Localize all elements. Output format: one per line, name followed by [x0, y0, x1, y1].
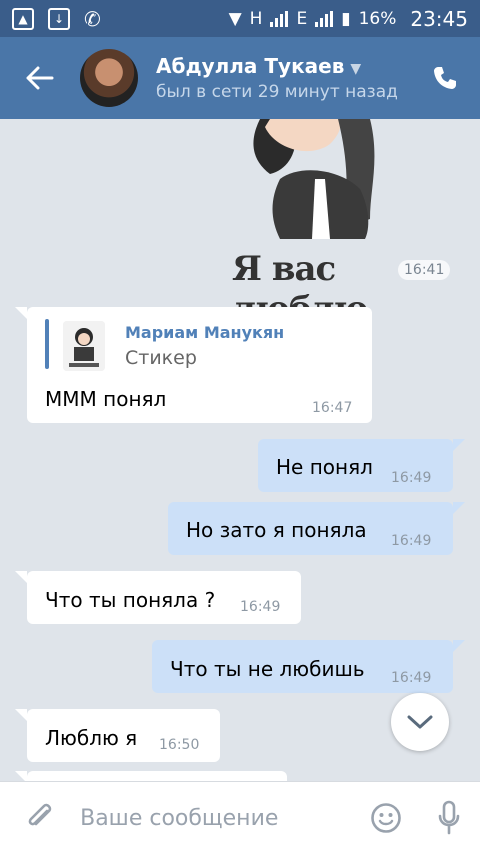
- last-seen-status: был в сети 29 минут назад: [156, 82, 398, 102]
- message-text: Что ты не любишь: [170, 657, 365, 681]
- message-text: Что ты поняла ?: [45, 588, 216, 612]
- battery-icon: ▮: [341, 8, 351, 29]
- avatar[interactable]: [80, 49, 138, 107]
- message-input[interactable]: [80, 798, 355, 838]
- message-text: Но зато я поняла: [186, 518, 367, 542]
- sticker-thumbnail: [63, 321, 105, 371]
- call-status-icon: ✆: [84, 6, 101, 31]
- message-time: 16:49: [391, 670, 432, 686]
- message-time: 16:47: [312, 400, 353, 416]
- message-incoming-partial[interactable]: [15, 771, 287, 781]
- chevron-down-icon: [407, 715, 433, 729]
- contact-info[interactable]: Абдулла Тукаев ▼ был в сети 29 минут наза…: [156, 54, 410, 102]
- message-time: 16:49: [391, 470, 432, 486]
- contact-name-label: Абдулла Тукаев: [156, 54, 345, 78]
- message-text: МММ понял: [45, 387, 167, 411]
- emoji-button[interactable]: [354, 782, 417, 854]
- signal-icon: [270, 10, 289, 27]
- signal-icon-2: [315, 10, 334, 27]
- message-time: 16:49: [240, 599, 281, 615]
- attach-button[interactable]: [0, 782, 80, 854]
- message-time: 16:49: [391, 533, 432, 549]
- message-text: Люблю я: [45, 726, 138, 750]
- microphone-icon: [438, 800, 459, 835]
- message-incoming[interactable]: Что ты поняла ? 16:49: [15, 571, 301, 624]
- back-button[interactable]: [0, 37, 80, 119]
- network-type-e: E: [296, 8, 308, 29]
- phone-icon: [434, 67, 456, 89]
- battery-level: 16%: [358, 8, 397, 29]
- wifi-icon: ▼: [228, 8, 242, 29]
- smiley-icon: [370, 803, 401, 833]
- voice-message-button[interactable]: [417, 782, 480, 854]
- gallery-icon: ▲: [12, 7, 34, 30]
- clock: 23:45: [410, 6, 468, 31]
- chat-header: Абдулла Тукаев ▼ был в сети 29 минут наза…: [0, 37, 480, 119]
- call-button[interactable]: [410, 37, 480, 119]
- message-time: 16:50: [159, 737, 200, 753]
- chat-area[interactable]: Я вас люблю 16:41 Мариам Манукян Стикер …: [0, 119, 480, 781]
- message-text: Не понял: [276, 455, 373, 479]
- reply-preview: Стикер: [125, 347, 197, 369]
- contact-name: Абдулла Тукаев ▼: [156, 54, 410, 78]
- back-arrow-icon: [26, 66, 54, 90]
- reply-indicator: [45, 319, 49, 369]
- message-outgoing[interactable]: Не понял 16:49: [258, 439, 465, 492]
- paperclip-icon: [28, 803, 52, 826]
- download-icon: ↓: [48, 7, 70, 30]
- network-type-h: H: [249, 8, 263, 29]
- composer: [0, 781, 480, 854]
- status-bar: ▲ ↓ ✆ ▼ H E ▮ 16% 23:45: [0, 0, 480, 37]
- reply-author: Мариам Манукян: [125, 323, 285, 342]
- message-outgoing[interactable]: Но зато я поняла 16:49: [168, 502, 465, 555]
- message-incoming[interactable]: Люблю я 16:50: [15, 709, 220, 762]
- message-outgoing[interactable]: Что ты не любишь 16:49: [152, 640, 465, 693]
- scroll-to-bottom-button[interactable]: [391, 693, 449, 751]
- message-incoming-reply[interactable]: Мариам Манукян Стикер МММ понял 16:47: [15, 307, 372, 423]
- message-time: 16:41: [398, 260, 451, 280]
- chevron-down-icon: ▼: [350, 61, 362, 77]
